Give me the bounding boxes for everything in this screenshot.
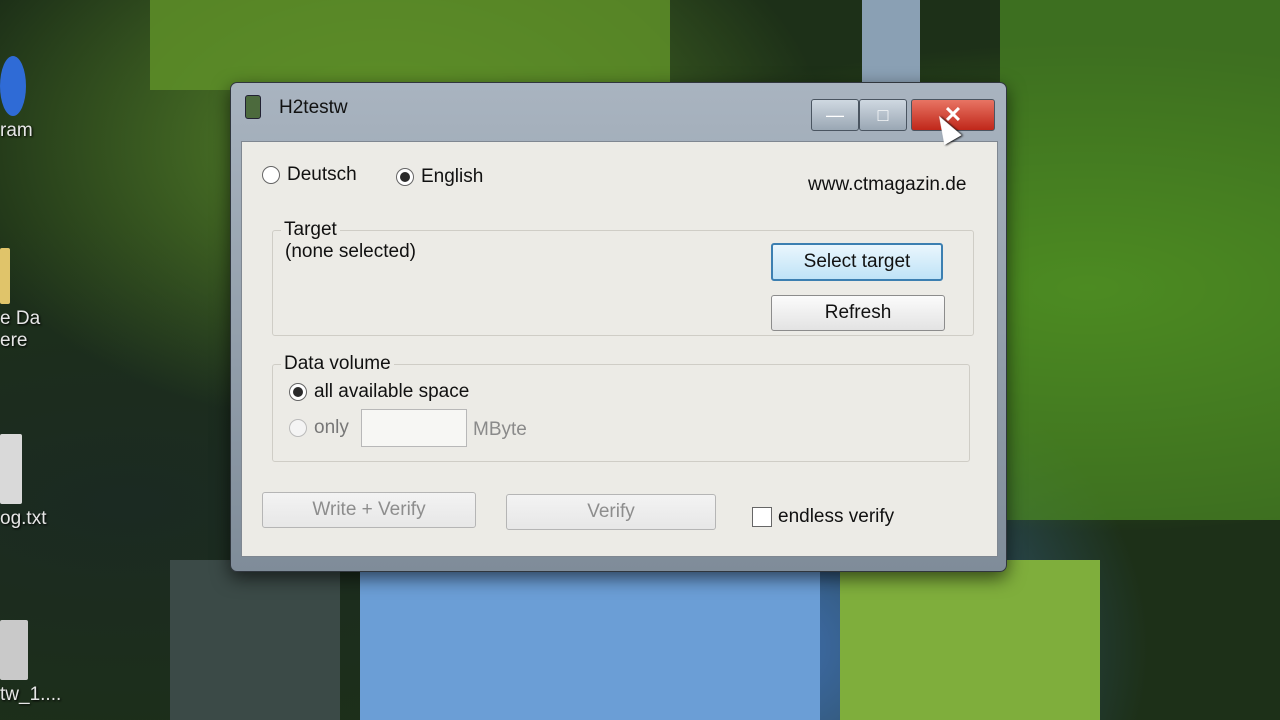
mbyte-unit-label: MByte (473, 419, 527, 440)
refresh-button[interactable]: Refresh (771, 295, 945, 331)
radio-label-only: only (314, 417, 349, 438)
desktop-icon-label: ram (0, 120, 33, 141)
verify-button[interactable]: Verify (506, 494, 716, 530)
radio-only[interactable]: only (289, 417, 349, 439)
minimize-button[interactable]: — (811, 99, 859, 131)
target-group: Target (none selected) Select target Ref… (272, 219, 974, 336)
desktop-icon-folder[interactable]: e Da ere (0, 248, 60, 352)
background-tower (862, 0, 920, 90)
target-group-label: Target (281, 219, 340, 241)
radio-english[interactable]: English (396, 166, 483, 188)
background-water (360, 570, 820, 720)
select-target-button[interactable]: Select target (771, 243, 943, 281)
background-block (1000, 0, 1280, 520)
radio-button-icon (262, 166, 280, 184)
radio-deutsch[interactable]: Deutsch (262, 164, 357, 186)
checkbox-icon (752, 507, 772, 527)
endless-verify-checkbox[interactable]: endless verify (752, 506, 894, 528)
target-status: (none selected) (285, 241, 416, 262)
endless-verify-label: endless verify (778, 506, 895, 527)
text-file-icon (0, 434, 22, 504)
folder-icon (0, 248, 10, 304)
client-area: Deutsch English www.ctmagazin.de Target … (241, 141, 998, 557)
maximize-button[interactable]: □ (859, 99, 907, 131)
radio-label-english: English (421, 166, 484, 187)
maximize-icon: □ (877, 104, 889, 125)
radio-label-deutsch: Deutsch (287, 164, 357, 185)
archive-file-icon (0, 620, 28, 680)
h2testw-window: H2testw — □ ✕ Deutsch English www.ctmaga… (230, 82, 1007, 572)
background-block (840, 560, 1100, 720)
program-icon (0, 56, 26, 116)
title-bar[interactable]: H2testw — □ ✕ (231, 83, 1006, 131)
background-block (150, 0, 670, 90)
mbyte-input[interactable] (361, 409, 467, 447)
desktop-icon-label: og.txt (0, 508, 47, 529)
radio-button-selected-icon (289, 383, 307, 401)
window-title: H2testw (279, 97, 348, 118)
radio-all-available-space[interactable]: all available space (289, 381, 469, 403)
write-verify-button[interactable]: Write + Verify (262, 492, 476, 528)
data-volume-group: Data volume all available space only MBy… (272, 353, 970, 462)
desktop-icon-text-file[interactable]: og.txt (0, 434, 60, 530)
background-block (170, 560, 340, 720)
desktop-icon-label: e Da ere (0, 308, 41, 351)
app-icon (245, 95, 261, 119)
desktop-icon-program[interactable]: ram (0, 56, 60, 142)
minimize-icon: — (826, 104, 844, 125)
radio-label-all-space: all available space (314, 381, 470, 402)
website-link[interactable]: www.ctmagazin.de (808, 174, 966, 196)
desktop-icon-label: tw_1.... (0, 684, 62, 705)
radio-button-selected-icon (396, 168, 414, 186)
desktop-icon-archive[interactable]: tw_1.... (0, 620, 62, 706)
data-volume-group-label: Data volume (281, 353, 394, 375)
radio-button-icon (289, 419, 307, 437)
